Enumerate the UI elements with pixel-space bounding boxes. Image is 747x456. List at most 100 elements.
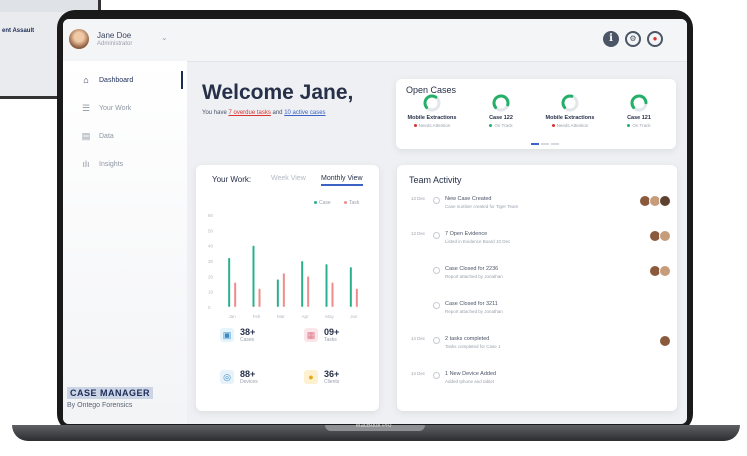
welcome-text: You have <box>202 110 229 116</box>
activity-description: Tasks completed for Case 1 <box>445 344 501 349</box>
tab-monthly-view[interactable]: Monthly View <box>321 175 363 186</box>
x-tick-label: Jan <box>229 314 237 319</box>
bar-task[interactable] <box>355 288 358 307</box>
stat-tasks: ▦ 09+ Tasks <box>304 327 339 343</box>
legend-task: Task <box>344 200 359 206</box>
chevron-down-icon[interactable]: ⌄ <box>161 33 168 42</box>
case-status: Needs Attention <box>538 123 602 128</box>
activity-marker-icon <box>433 372 440 379</box>
activity-item[interactable]: Case Closed for 2236 Report attached by J… <box>407 265 677 291</box>
work-chart: 60 50 40 30 20 10 0 Jan Feb Mar Apr May Jun <box>208 213 358 319</box>
top-bar: Jane Doe Administrator ⌄ i ⚙ ● <box>63 19 687 62</box>
open-case-item[interactable]: Case 122 On Track <box>469 93 533 128</box>
team-activity-title: Team Activity <box>409 175 462 185</box>
open-case-item[interactable]: Mobile Extractions Needs Attention <box>538 93 602 128</box>
stat-label: Cases <box>240 337 255 343</box>
stat-value: 38+ <box>240 327 256 337</box>
carousel-dots[interactable] <box>531 132 561 150</box>
device-icon: ◎ <box>220 370 234 384</box>
activity-item[interactable]: 13 Dec 7 Open Evidence Listed in Evidence … <box>407 230 677 256</box>
sidebar-item-insights[interactable]: ılı Insights <box>81 159 123 169</box>
activity-item[interactable]: 14 Dec 1 New Device Added Added Iphone and… <box>407 370 677 396</box>
notifications-icon[interactable]: ● <box>647 31 663 47</box>
activity-marker-icon <box>433 197 440 204</box>
case-progress-ring <box>423 94 441 112</box>
open-case-item[interactable]: Mobile Extractions Needs Attention <box>400 93 464 128</box>
case-status-text: Needs Attention <box>556 123 589 128</box>
sidebar-item-label: Your Work <box>99 105 132 112</box>
avatar <box>659 195 671 207</box>
bar-case[interactable] <box>276 279 279 307</box>
legend-case-label: Case <box>319 200 331 206</box>
open-cases-card: Open Cases Mobile Extractions Needs Atten… <box>396 79 676 149</box>
page-title: Welcome Jane, <box>202 81 354 104</box>
case-status: On Track <box>607 123 671 128</box>
app-logo-title: CASE MANAGER <box>67 387 154 399</box>
activity-date: 14 Dec <box>410 371 426 376</box>
stat-label: Devices <box>240 379 258 385</box>
activity-description: Report attached by Jonathan <box>445 309 503 314</box>
case-status-text: Needs Attention <box>418 123 451 128</box>
activity-avatars <box>659 335 671 347</box>
bar-case[interactable] <box>228 257 231 307</box>
tab-week-view[interactable]: Week View <box>271 175 306 182</box>
your-work-title: Your Work: <box>212 175 252 184</box>
bar-task[interactable] <box>282 273 285 307</box>
data-icon: ▤ <box>81 131 91 141</box>
insights-icon: ılı <box>82 159 90 169</box>
activity-title: New Case Created <box>445 196 492 202</box>
user-name: Jane Doe <box>97 31 132 40</box>
bar-task[interactable] <box>234 282 237 307</box>
briefcase-icon: ▣ <box>220 328 234 342</box>
y-tick-label: 30 <box>208 259 214 264</box>
case-status: On Track <box>469 123 533 128</box>
avatar <box>659 265 671 277</box>
activity-date: 13 Dec <box>410 196 426 201</box>
sidebar-item-label: Dashboard <box>99 76 134 84</box>
welcome-subtitle: You have 7 overdue tasks and 10 active c… <box>202 110 326 116</box>
activity-item[interactable]: 14 Dec 2 tasks completed Tasks completed f… <box>407 335 677 361</box>
x-tick-label: Apr <box>302 314 310 319</box>
activity-date: 14 Dec <box>410 336 426 341</box>
active-cases-link[interactable]: 10 active cases <box>284 110 325 116</box>
open-case-item[interactable]: Case 121 On Track <box>607 93 671 128</box>
user-icon: ● <box>304 370 318 384</box>
avatar[interactable] <box>69 29 89 49</box>
y-tick-label: 10 <box>208 290 214 295</box>
activity-marker-icon <box>433 337 440 344</box>
overdue-tasks-link[interactable]: 7 overdue tasks <box>228 110 270 116</box>
activity-avatars <box>639 195 671 207</box>
activity-marker-icon <box>433 267 440 274</box>
x-tick-label: May <box>325 314 334 319</box>
settings-icon[interactable]: ⚙ <box>625 31 641 47</box>
bar-case[interactable] <box>325 264 328 307</box>
x-tick-label: Jun <box>350 314 358 319</box>
home-icon: ⌂ <box>83 75 89 85</box>
stat-cases: ▣ 38+ Cases <box>220 327 255 343</box>
bar-case[interactable] <box>301 261 304 307</box>
case-name: Case 121 <box>627 115 651 121</box>
sidebar-item-data[interactable]: ▤ Data <box>81 131 114 142</box>
case-progress-ring <box>630 94 648 112</box>
info-icon[interactable]: i <box>603 31 619 47</box>
avatar <box>659 230 671 242</box>
sidebar-item-dashboard[interactable]: ⌂ Dashboard <box>81 75 133 85</box>
case-name: Case 122 <box>489 115 513 121</box>
your-work-card: Your Work: Week View Monthly View Case T… <box>196 165 379 411</box>
case-status-text: On Track <box>632 123 651 128</box>
bar-task[interactable] <box>258 288 261 307</box>
activity-item[interactable]: Case Closed for 3211 Report attached by J… <box>407 300 677 326</box>
team-activity-card: Team Activity 13 Dec New Case Created Case… <box>397 165 677 411</box>
bar-case[interactable] <box>252 245 255 307</box>
sidebar-item-your-work[interactable]: ☰ Your Work <box>81 103 131 114</box>
activity-title: Case Closed for 2236 <box>445 266 499 272</box>
bar-task[interactable] <box>307 276 310 307</box>
stat-label: Tasks <box>324 337 337 343</box>
bar-case[interactable] <box>349 267 352 307</box>
app-logo-subtitle: By Ontego Forensics <box>67 402 133 409</box>
legend-case: Case <box>314 200 331 206</box>
activity-title: Case Closed for 3211 <box>445 301 498 307</box>
work-icon: ☰ <box>81 103 91 113</box>
activity-item[interactable]: 13 Dec New Case Created Case number create… <box>407 195 677 221</box>
bar-task[interactable] <box>331 282 334 307</box>
